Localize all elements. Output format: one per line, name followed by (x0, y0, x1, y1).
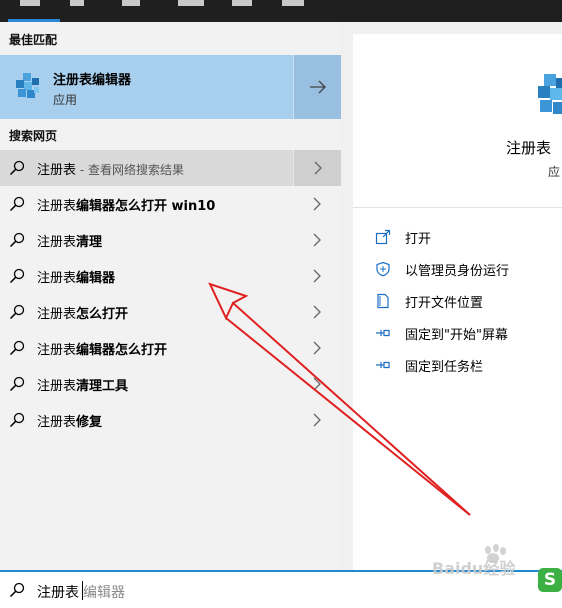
action-open-file-location[interactable]: 打开文件位置 (375, 291, 562, 311)
suggestion-prefix: 注册表 (37, 307, 77, 322)
suggestion-text: 注册表修复 (37, 411, 102, 430)
suggestion-completion: 清理工具 (76, 379, 129, 394)
web-suggestion-item[interactable]: 注册表编辑器怎么打开 (0, 330, 341, 366)
web-suggestion-item[interactable]: 注册表修复 (0, 402, 341, 438)
chevron-right-icon (313, 233, 321, 247)
best-match-name: 注册表编辑器 (53, 73, 132, 88)
watermark-logo: S (538, 568, 562, 592)
suggestion-hint: - 查看网络搜索结果 (76, 163, 184, 177)
suggestion-text: 注册表编辑器怎么打开 win10 (37, 195, 215, 214)
best-match-result[interactable]: 注册表编辑器 应用 (0, 55, 341, 119)
expand-suggestion-button[interactable] (293, 186, 341, 222)
baidu-watermark: Baidu经验 (432, 544, 516, 578)
suggestion-completion: 清理 (76, 235, 103, 250)
chevron-right-icon (314, 161, 322, 175)
expand-suggestion-button[interactable] (293, 258, 341, 294)
pin-icon (376, 329, 390, 337)
expand-suggestion-button[interactable] (293, 222, 341, 258)
file-location-icon (377, 293, 389, 309)
chevron-right-icon (313, 305, 321, 319)
suggestion-prefix: 注册表 (37, 199, 77, 214)
suggestion-text: 注册表怎么打开 (37, 303, 128, 322)
expand-suggestion-button[interactable] (293, 330, 341, 366)
expand-suggestion-button[interactable] (293, 150, 341, 186)
search-icon (9, 160, 25, 176)
chevron-right-icon (313, 377, 321, 391)
chevron-right-icon (313, 197, 321, 211)
preview-title: 注册表 (506, 139, 552, 157)
results-panel: 最佳匹配 注册表编辑器 应用 搜索网页 注册表 - 查看网络搜索结果 注册表编辑器… (0, 22, 341, 570)
action-label: 打开 (405, 232, 432, 247)
action-open[interactable]: 打开 (375, 227, 562, 247)
expand-suggestion-button[interactable] (293, 294, 341, 330)
search-input-text[interactable]: 注册表 (37, 582, 79, 602)
action-label: 固定到"开始"屏幕 (405, 328, 508, 343)
action-label: 固定到任务栏 (405, 360, 484, 375)
suggestion-text: 注册表清理工具 (37, 375, 128, 394)
search-icon (9, 376, 25, 392)
search-icon (9, 582, 25, 598)
tab-fragment (122, 0, 140, 6)
suggestion-text: 注册表 - 查看网络搜索结果 (37, 159, 184, 178)
chevron-right-icon (313, 269, 321, 283)
preview-subtitle: 应 (548, 165, 561, 179)
preview-panel: 注册表 应 打开 以管理员身份运行 打开文件位置 固定到"开始"屏幕 固定到任务… (353, 34, 562, 570)
best-match-heading: 最佳匹配 (9, 33, 58, 47)
search-icon (9, 268, 25, 284)
suggestion-text: 注册表编辑器怎么打开 (37, 339, 167, 358)
shield-icon (376, 261, 390, 277)
suggestion-prefix: 注册表 (37, 163, 77, 178)
suggestion-prefix: 注册表 (37, 379, 77, 394)
suggestion-completion: 编辑器怎么打开 win10 (76, 199, 216, 214)
suggestion-prefix: 注册表 (37, 415, 77, 430)
web-search-heading: 搜索网页 (9, 129, 58, 143)
open-icon (375, 229, 391, 245)
tab-fragment (282, 0, 304, 6)
web-suggestion-item[interactable]: 注册表编辑器 (0, 258, 341, 294)
tab-fragment (178, 0, 204, 6)
action-label: 以管理员身份运行 (405, 264, 510, 279)
suggestion-text: 注册表清理 (37, 231, 102, 250)
action-label: 打开文件位置 (405, 296, 484, 311)
suggestion-prefix: 注册表 (37, 271, 77, 286)
search-icon (9, 304, 25, 320)
search-icon (9, 412, 25, 428)
web-suggestion-item[interactable]: 注册表怎么打开 (0, 294, 341, 330)
pin-icon (376, 361, 390, 369)
search-icon (9, 196, 25, 212)
tab-fragment (20, 0, 40, 6)
web-suggestion-item[interactable]: 注册表清理 (0, 222, 341, 258)
web-suggestion-item[interactable]: 注册表清理工具 (0, 366, 341, 402)
chevron-right-icon (313, 413, 321, 427)
arrow-right-icon (309, 80, 326, 94)
registry-editor-icon (538, 74, 562, 114)
web-suggestion-item[interactable]: 注册表 - 查看网络搜索结果 (0, 150, 341, 186)
search-icon (9, 340, 25, 356)
expand-suggestion-button[interactable] (293, 366, 341, 402)
action-run-as-admin[interactable]: 以管理员身份运行 (375, 259, 562, 279)
suggestion-prefix: 注册表 (37, 343, 77, 358)
suggestion-completion: 编辑器怎么打开 (76, 343, 168, 358)
tab-fragment (232, 0, 252, 6)
expand-suggestion-button[interactable] (293, 402, 341, 438)
search-autocomplete: 编辑器 (83, 585, 125, 601)
chevron-right-icon (313, 341, 321, 355)
registry-editor-icon (16, 73, 39, 98)
action-pin-to-start[interactable]: 固定到"开始"屏幕 (375, 323, 562, 343)
suggestion-completion: 怎么打开 (76, 307, 129, 322)
tab-bar (0, 0, 562, 22)
suggestion-completion: 修复 (76, 415, 103, 430)
divider (353, 207, 562, 208)
suggestion-prefix: 注册表 (37, 235, 77, 250)
web-suggestion-item[interactable]: 注册表编辑器怎么打开 win10 (0, 186, 341, 222)
best-match-type: 应用 (53, 93, 78, 107)
suggestion-completion: 编辑器 (76, 271, 116, 286)
open-arrow-button[interactable] (293, 55, 341, 119)
search-icon (9, 232, 25, 248)
watermark-text: Baidu经验 (432, 559, 516, 578)
tab-fragment (70, 0, 84, 6)
suggestion-text: 注册表编辑器 (37, 267, 115, 286)
action-pin-to-taskbar[interactable]: 固定到任务栏 (375, 355, 562, 375)
